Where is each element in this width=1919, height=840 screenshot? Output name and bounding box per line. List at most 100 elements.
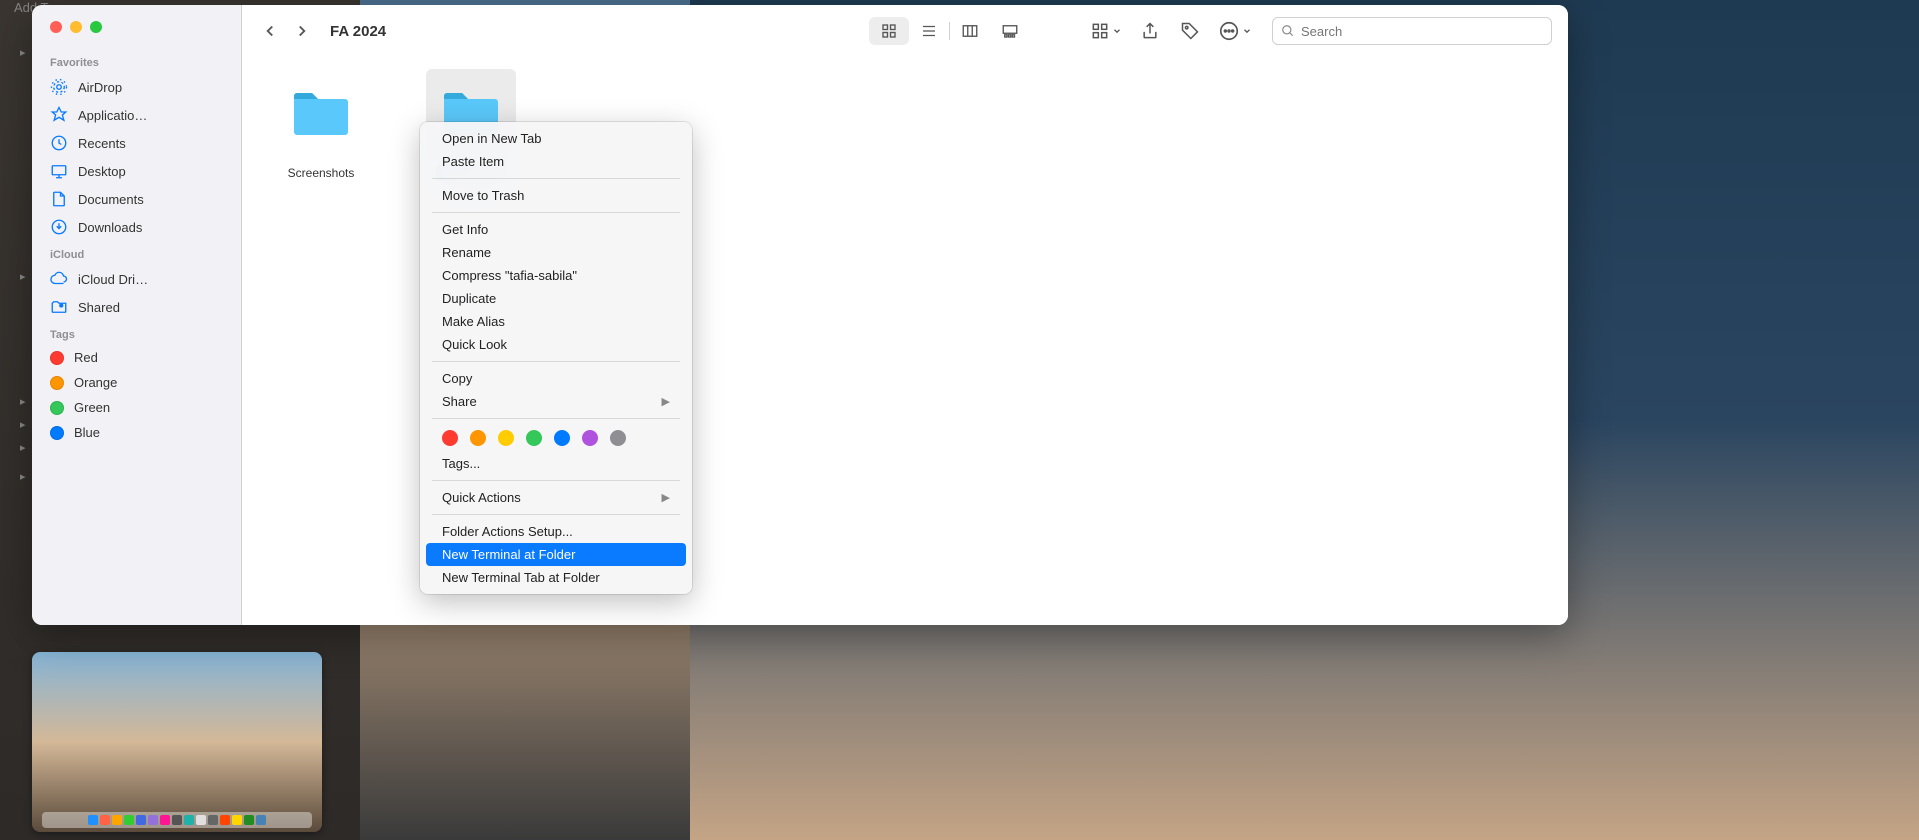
bg-disclosure-6: ▸ [20,470,26,483]
ctx-separator [432,480,680,481]
ctx-open-in-new-tab[interactable]: Open in New Tab [420,127,692,150]
bg-disclosure-4: ▸ [20,418,26,431]
tag-dot-orange [50,376,64,390]
view-mode-group [869,17,1030,45]
sidebar-item-downloads[interactable]: Downloads [32,213,241,241]
sidebar-item-label: AirDrop [78,80,122,95]
chevron-down-icon [1112,26,1122,36]
folder-screenshots[interactable]: Screenshots [266,69,376,181]
share-button[interactable] [1134,17,1166,45]
sidebar-item-label: iCloud Dri… [78,272,148,287]
folder-icon [285,78,357,150]
airdrop-icon [50,78,68,96]
ctx-quick-actions[interactable]: Quick Actions ▶ [420,486,692,509]
ctx-tag-purple[interactable] [582,430,598,446]
ctx-tag-yellow[interactable] [498,430,514,446]
sidebar-section-tags: Tags [32,325,241,345]
folder-label: Screenshots [282,165,361,181]
desktop-icon [50,162,68,180]
finder-window: Favorites AirDrop Applicatio… Recents De… [32,5,1568,625]
search-icon [1281,24,1295,38]
ctx-new-terminal-tab-at-folder[interactable]: New Terminal Tab at Folder [420,566,692,589]
context-menu: Open in New Tab Paste Item Move to Trash… [420,122,692,594]
tag-dot-blue [50,426,64,440]
chevron-down-icon [1242,26,1252,36]
sidebar-item-airdrop[interactable]: AirDrop [32,73,241,101]
ctx-copy[interactable]: Copy [420,367,692,390]
desktop-preview-thumbnail [32,652,322,832]
ctx-tag-colors [420,424,692,452]
ctx-tag-orange[interactable] [470,430,486,446]
ctx-tag-red[interactable] [442,430,458,446]
bg-disclosure-2: ▸ [20,270,26,283]
share-icon [1140,21,1160,41]
list-view-button[interactable] [909,17,949,45]
ctx-get-info[interactable]: Get Info [420,218,692,241]
column-view-button[interactable] [950,17,990,45]
maximize-button[interactable] [90,21,102,33]
window-title: FA 2024 [330,23,386,40]
sidebar-item-label: Red [74,350,98,365]
ctx-tag-green[interactable] [526,430,542,446]
search-box[interactable] [1272,17,1552,45]
ctx-rename[interactable]: Rename [420,241,692,264]
cloud-icon [50,270,68,288]
action-dropdown[interactable] [1214,20,1256,42]
ctx-compress[interactable]: Compress "tafia-sabila" [420,264,692,287]
recents-icon [50,134,68,152]
sidebar-item-label: Desktop [78,164,126,179]
bg-disclosure-5: ▸ [20,441,26,454]
sidebar-item-shared[interactable]: Shared [32,293,241,321]
sidebar-tag-red[interactable]: Red [32,345,241,370]
tag-dot-red [50,351,64,365]
tags-button[interactable] [1174,17,1206,45]
sidebar-item-label: Shared [78,300,120,315]
chevron-right-icon: ▶ [662,395,670,408]
sidebar-item-label: Documents [78,192,144,207]
minimize-button[interactable] [70,21,82,33]
sidebar-tag-green[interactable]: Green [32,395,241,420]
close-button[interactable] [50,21,62,33]
sidebar: Favorites AirDrop Applicatio… Recents De… [32,5,242,625]
ctx-folder-actions-setup[interactable]: Folder Actions Setup... [420,520,692,543]
sidebar-item-desktop[interactable]: Desktop [32,157,241,185]
group-by-dropdown[interactable] [1086,21,1126,41]
sidebar-item-label: Green [74,400,110,415]
ctx-tag-blue[interactable] [554,430,570,446]
sidebar-tag-orange[interactable]: Orange [32,370,241,395]
forward-button[interactable] [290,19,314,43]
sidebar-tag-blue[interactable]: Blue [32,420,241,445]
gallery-view-button[interactable] [990,17,1030,45]
sidebar-item-recents[interactable]: Recents [32,129,241,157]
sidebar-item-label: Recents [78,136,126,151]
ctx-tag-gray[interactable] [610,430,626,446]
ctx-new-terminal-at-folder[interactable]: New Terminal at Folder [426,543,686,566]
shared-folder-icon [50,298,68,316]
ctx-separator [432,178,680,179]
ctx-tags[interactable]: Tags... [420,452,692,475]
bg-disclosure-3: ▸ [20,395,26,408]
downloads-icon [50,218,68,236]
ctx-separator [432,514,680,515]
icon-view-button[interactable] [869,17,909,45]
ctx-paste-item[interactable]: Paste Item [420,150,692,173]
ctx-make-alias[interactable]: Make Alias [420,310,692,333]
sidebar-item-icloud-drive[interactable]: iCloud Dri… [32,265,241,293]
ctx-duplicate[interactable]: Duplicate [420,287,692,310]
sidebar-item-applications[interactable]: Applicatio… [32,101,241,129]
back-button[interactable] [258,19,282,43]
search-input[interactable] [1301,24,1543,39]
traffic-lights [32,17,241,49]
ctx-separator [432,418,680,419]
sidebar-section-icloud: iCloud [32,245,241,265]
ctx-move-to-trash[interactable]: Move to Trash [420,184,692,207]
sidebar-section-favorites: Favorites [32,53,241,73]
tag-dot-green [50,401,64,415]
bg-disclosure-1: ▸ [20,46,26,59]
sidebar-item-label: Downloads [78,220,142,235]
mini-dock [42,812,312,828]
ctx-share[interactable]: Share ▶ [420,390,692,413]
ctx-quick-actions-label: Quick Actions [442,490,521,505]
ctx-quick-look[interactable]: Quick Look [420,333,692,356]
sidebar-item-documents[interactable]: Documents [32,185,241,213]
